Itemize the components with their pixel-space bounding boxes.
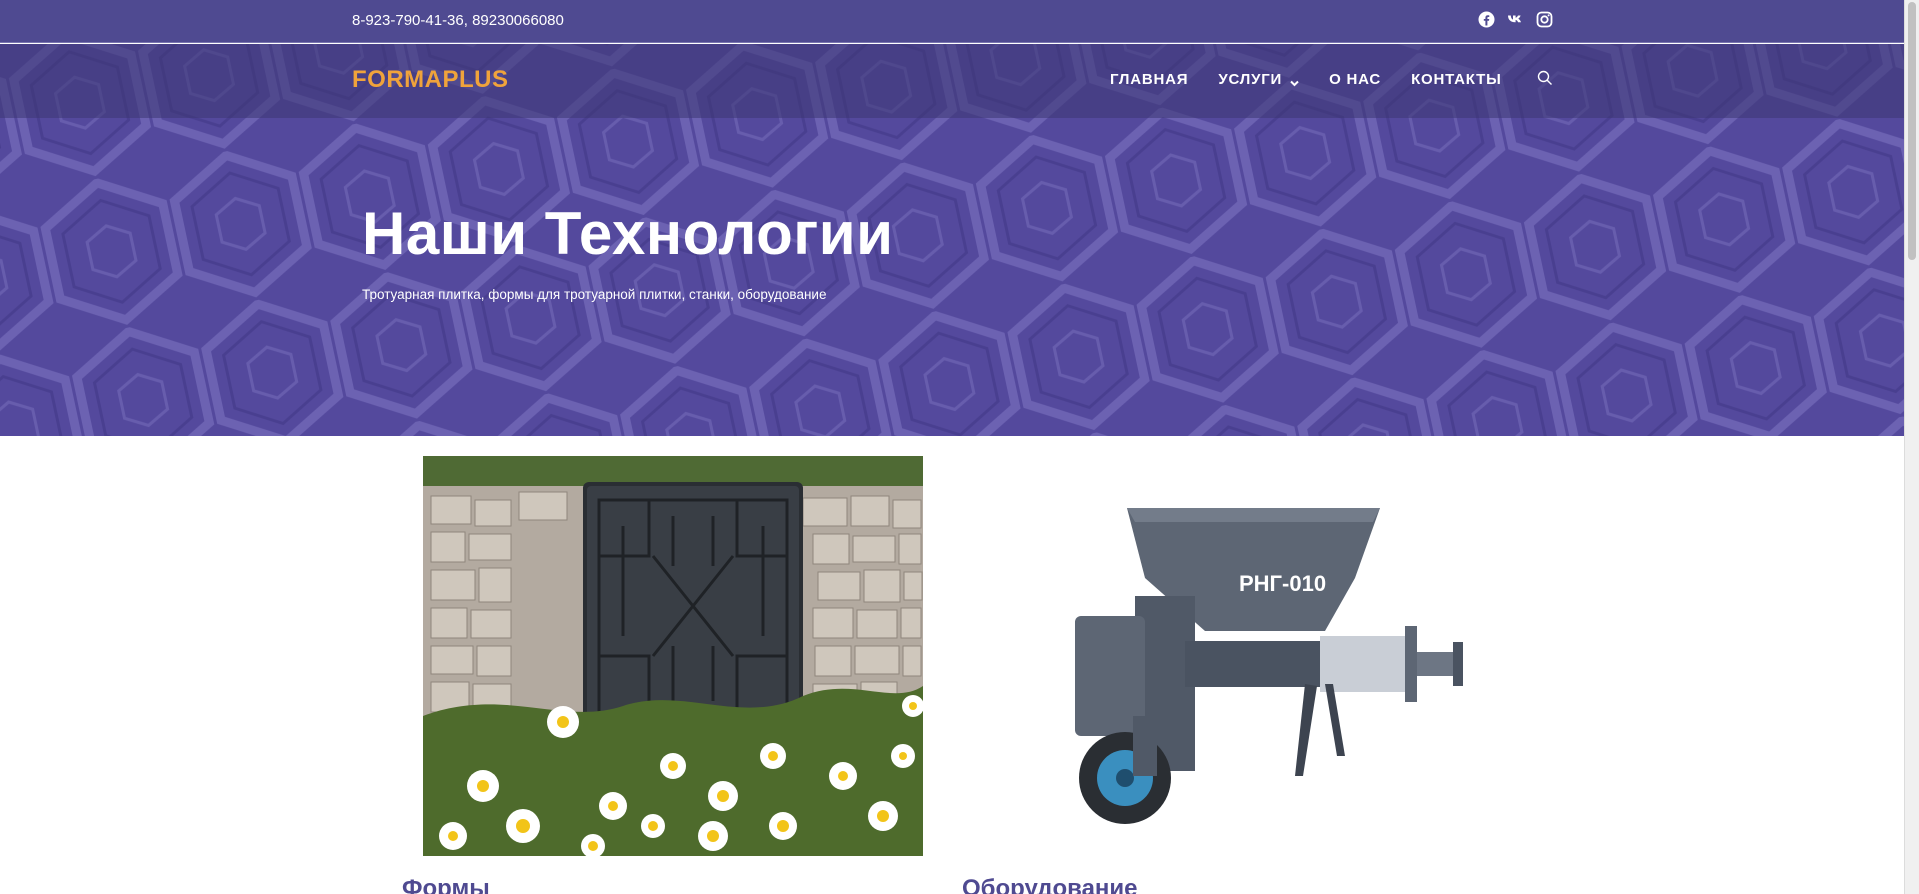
page-subtitle: Тротуарная плитка, формы для тротуарной … [362, 287, 827, 302]
phone-numbers: 8-923-790-41-36, 89230066080 [352, 12, 564, 29]
nav-item-contacts[interactable]: КОНТАКТЫ [1411, 71, 1501, 88]
hero-banner: FORMAPLUS ГЛАВНАЯ УСЛУГИ О НАС КОНТАКТЫ … [0, 44, 1904, 436]
nav-menu: ГЛАВНАЯ УСЛУГИ О НАС КОНТАКТЫ [1110, 71, 1532, 88]
chevron-down-icon [1290, 75, 1299, 87]
vk-icon[interactable] [1507, 11, 1524, 28]
facebook-icon[interactable] [1478, 11, 1495, 28]
nav-item-label: ГЛАВНАЯ [1110, 71, 1189, 88]
machine-photo[interactable]: РНГ-010 [985, 456, 1495, 856]
site-logo[interactable]: FORMAPLUS [352, 66, 509, 94]
nav-item-services[interactable]: УСЛУГИ [1218, 71, 1299, 88]
machine-label: РНГ-010 [1239, 571, 1326, 596]
nav-item-about[interactable]: О НАС [1329, 71, 1381, 88]
card-title-forms[interactable]: Формы [402, 875, 490, 894]
instagram-icon[interactable] [1536, 11, 1553, 28]
social-links [1478, 11, 1553, 28]
search-icon[interactable] [1537, 70, 1553, 86]
nav-item-label: УСЛУГИ [1218, 71, 1283, 88]
top-bar: 8-923-790-41-36, 89230066080 [0, 0, 1904, 43]
main-navigation: FORMAPLUS ГЛАВНАЯ УСЛУГИ О НАС КОНТАКТЫ [0, 44, 1904, 118]
scrollbar-thumb[interactable] [1908, 2, 1916, 260]
nav-item-home[interactable]: ГЛАВНАЯ [1110, 71, 1188, 88]
nav-item-label: О НАС [1329, 71, 1382, 88]
mold-photo[interactable] [423, 456, 923, 856]
page-title: Наши Технологии [362, 200, 894, 267]
nav-item-label: КОНТАКТЫ [1411, 71, 1502, 88]
card-title-equipment[interactable]: Оборудование [962, 875, 1138, 894]
page-scrollbar[interactable] [1904, 0, 1919, 894]
